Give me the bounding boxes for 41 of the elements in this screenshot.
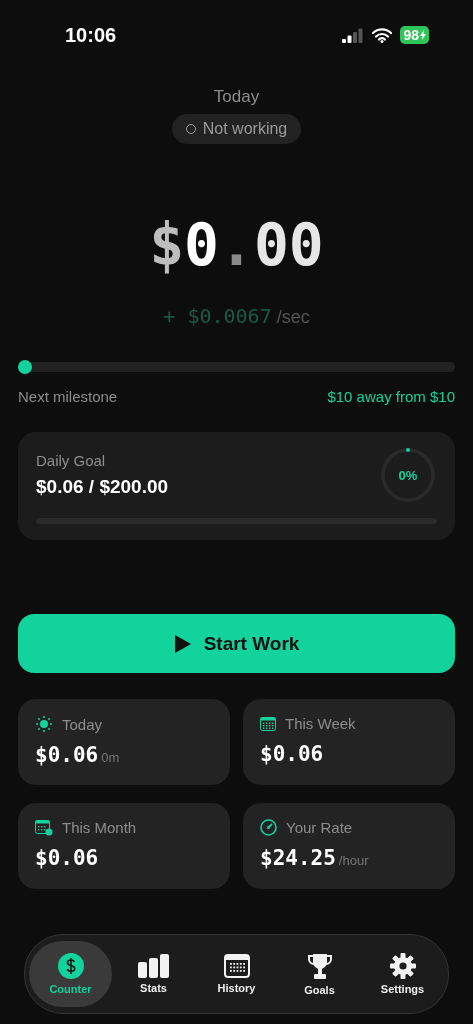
stat-value: $0.06	[35, 846, 99, 870]
status-pill: Not working	[171, 114, 302, 144]
stat-unit: 0m	[101, 750, 120, 765]
stat-label: Today	[62, 715, 103, 733]
stat-label: This Week	[285, 715, 356, 732]
calendar-clock-icon	[35, 819, 53, 836]
gauge-icon	[260, 819, 277, 836]
stat-label: This Month	[62, 819, 137, 836]
rate-amount: + $0.0067	[163, 304, 272, 328]
bar-chart-icon	[137, 954, 170, 978]
play-icon	[173, 633, 192, 654]
calendar-icon	[260, 716, 276, 731]
goal-title: Daily Goal	[36, 452, 106, 469]
stat-value: $24.25	[260, 846, 336, 870]
wifi-icon	[372, 27, 393, 43]
milestone-label: Next milestone	[18, 388, 118, 405]
calendar-icon	[223, 954, 250, 978]
stat-value: $0.06	[35, 743, 99, 767]
tab[interactable]: Counter	[29, 941, 112, 1007]
tab[interactable]: Stats	[112, 941, 195, 1007]
dollar-icon	[57, 953, 84, 979]
trophy-icon	[306, 952, 333, 980]
sun-icon	[35, 715, 53, 733]
tab[interactable]: Settings	[361, 941, 444, 1007]
tab[interactable]: Goals	[278, 941, 361, 1007]
stat-unit: /hour	[338, 853, 369, 868]
start-work-button[interactable]: Start Work	[18, 614, 455, 673]
rate-unit: /sec	[276, 307, 310, 328]
goal-percent: 0%	[398, 468, 418, 482]
goal-progress-ring	[379, 446, 437, 504]
stat-value: $0.06	[260, 742, 324, 766]
period-label: Today	[213, 87, 260, 107]
goal-value: $0.06 / $200.00	[36, 476, 169, 498]
milestone-note: $10 away from $10	[327, 388, 455, 405]
status-time: 10:06	[65, 23, 117, 47]
tab[interactable]: History	[195, 941, 278, 1007]
battery-indicator: 98	[400, 26, 429, 44]
settings-icon	[389, 953, 416, 979]
signal-icon	[342, 27, 365, 43]
earnings-amount: $0.00	[148, 216, 325, 274]
stat-label: Your Rate	[286, 819, 353, 836]
